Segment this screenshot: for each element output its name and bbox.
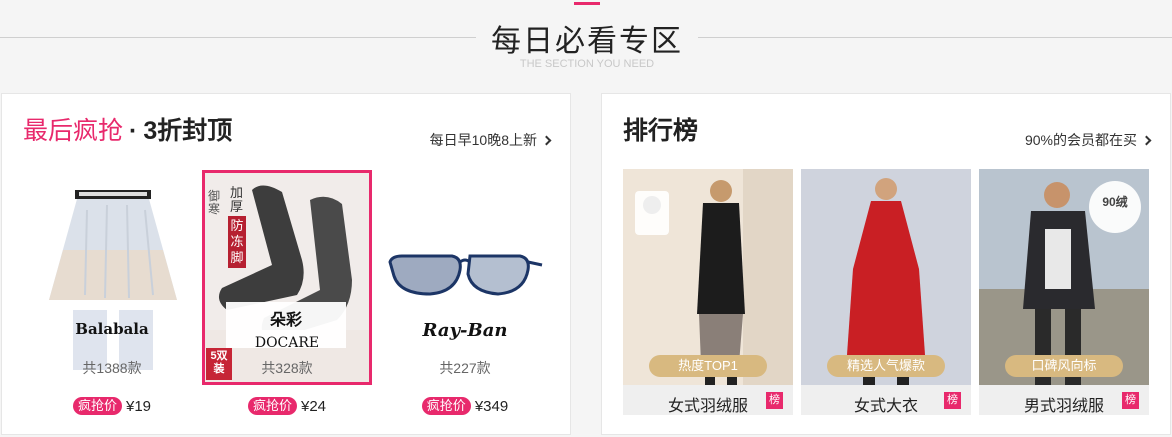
ranking-pill: 热度TOP1 <box>649 355 767 377</box>
product-image-skirt <box>27 170 197 385</box>
product-photo-womens-down <box>623 169 793 385</box>
flash-sale-title-rest: 3折封顶 <box>143 117 233 145</box>
flash-item-balabala[interactable]: Balabala 共1388款 <box>27 170 197 390</box>
ranking-more-link[interactable]: 90%的会员都在买 <box>1024 130 1152 150</box>
flash-sale-more-label: 每日早10晚8上新 <box>429 132 537 148</box>
ranking-item-womens-down[interactable]: 热度TOP1 女式羽绒服 榜 <box>623 169 793 415</box>
header-divider-right <box>698 37 1172 38</box>
flash-sale-more-link[interactable]: 每日早10晚8上新 <box>429 130 552 150</box>
ranking-pill: 口碑风向标 <box>1005 355 1123 377</box>
brand-logo-rayban: Ray-Ban <box>422 320 508 341</box>
product-photo-mens-down: 90绒 <box>979 169 1149 385</box>
flash-sale-title: 最后疯抢 · 3折封顶 <box>23 116 232 146</box>
price: ¥24 <box>300 397 327 415</box>
ranking-title: 排行榜 <box>623 117 699 145</box>
brand-logo-cn: 朵彩 <box>269 312 302 329</box>
flash-price-tag: 疯抢价 <box>72 397 122 415</box>
ranking-panel: 排行榜 90%的会员都在买 热度TOP1 女式羽绒服 榜 精选人气爆款 女式大衣… <box>601 93 1171 435</box>
chevron-right-icon <box>541 135 552 146</box>
item-count: 共328款 <box>261 360 313 376</box>
rank-badge: 榜 <box>1122 392 1139 409</box>
price: ¥19 <box>125 397 152 415</box>
ranking-more-label: 90%的会员都在买 <box>1024 132 1137 148</box>
brand-logo-balabala: Balabala <box>75 320 149 338</box>
header-accent-bar <box>574 2 600 5</box>
badge-top-text: 加厚 <box>230 185 244 214</box>
header-divider-left <box>0 37 476 38</box>
badge-red-text: 防冻脚 <box>228 216 246 268</box>
flash-sale-title-highlight: 最后疯抢 <box>23 117 124 145</box>
flash-price-tag: 疯抢价 <box>421 397 471 415</box>
product-image-socks: 御寒 加厚 防冻脚 5双装 朵彩 <box>202 170 372 385</box>
flash-item-docare[interactable]: 御寒 加厚 防冻脚 5双装 朵彩 DOCARE 共328款 <box>202 170 372 390</box>
rank-badge: 榜 <box>944 392 961 409</box>
rank-badge: 榜 <box>766 392 783 409</box>
ranking-item-mens-down[interactable]: 90绒 口碑风向标 男式羽绒服 榜 <box>979 169 1149 415</box>
product-photo-womens-coat <box>801 169 971 385</box>
flash-item-rayban[interactable]: Ray-Ban 共227款 <box>380 170 550 390</box>
product-image-sunglasses <box>380 170 550 385</box>
price-row: 疯抢价 ¥349 <box>380 397 550 415</box>
ranking-pill: 精选人气爆款 <box>827 355 945 377</box>
price: ¥349 <box>474 397 509 415</box>
price-row: 疯抢价 ¥24 <box>202 397 372 415</box>
ranking-item-womens-coat[interactable]: 精选人气爆款 女式大衣 榜 <box>801 169 971 415</box>
chevron-right-icon <box>1141 135 1152 146</box>
stamp-text: 90绒 <box>1102 195 1128 209</box>
flash-sale-title-separator: · <box>129 117 138 145</box>
price-row: 疯抢价 ¥19 <box>27 397 197 415</box>
brand-logo-docare: DOCARE <box>254 335 320 351</box>
badge-side-text: 御寒 <box>208 189 221 216</box>
flash-sale-panel: 最后疯抢 · 3折封顶 每日早10晚8上新 Balabala 共1388款 疯抢价 ¥… <box>1 93 571 435</box>
flash-price-tag: 疯抢价 <box>247 397 297 415</box>
section-title: 每日必看专区 <box>491 25 683 58</box>
item-count: 共1388款 <box>82 360 142 376</box>
item-count: 共227款 <box>439 360 491 376</box>
section-subtitle: THE SECTION YOU NEED <box>519 58 655 70</box>
section-header: 每日必看专区 THE SECTION YOU NEED <box>0 0 1172 90</box>
